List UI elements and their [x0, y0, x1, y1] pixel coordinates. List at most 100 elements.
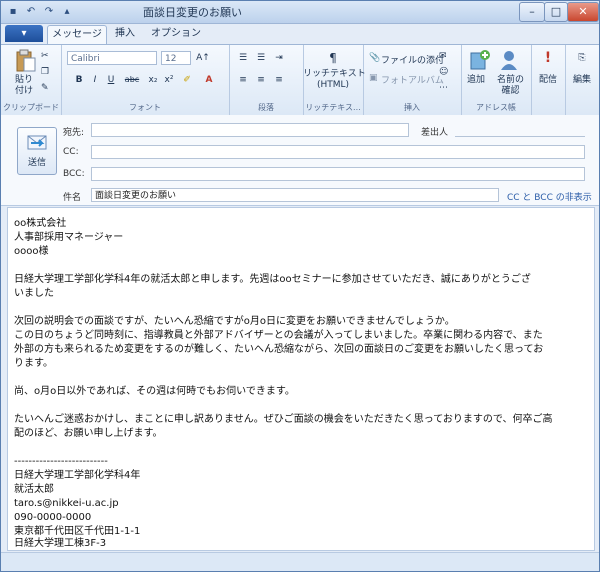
- signature-line: taro.s@nikkei-u.ac.jp: [14, 498, 119, 509]
- emoticon-icon[interactable]: ☺: [439, 67, 448, 77]
- to-label: 宛先:: [63, 128, 85, 138]
- strikethrough-button[interactable]: abc: [121, 73, 143, 87]
- compose-window: ▪ ↶ ↷ ▴ 面談日変更のお願い – □ ✕ ▾ メッセージ 挿入 オプション…: [0, 0, 600, 572]
- body-line: たいへんご迷惑おかけし、まことに申し訳ありません。ぜひご面談の機会をいただきたく…: [14, 414, 553, 425]
- cc-field[interactable]: [91, 145, 585, 159]
- subject-label: 件名: [63, 193, 82, 203]
- paragraph-group-label: 段落: [258, 103, 274, 112]
- align-center-icon[interactable]: ≡: [253, 73, 269, 87]
- bullets-icon[interactable]: ☰: [235, 51, 251, 65]
- grow-font-icon[interactable]: A↑: [195, 51, 211, 65]
- photo-album-button[interactable]: フォトアルバム: [381, 73, 444, 86]
- signature-line: 東京都千代田区千代田1-1-1: [14, 526, 141, 537]
- minimize-button[interactable]: –: [519, 2, 545, 22]
- insert-group-label: 挿入: [404, 103, 420, 112]
- exclamation-icon[interactable]: !: [540, 51, 556, 65]
- clipboard-group: 貼り 付け ✂ ❐ ✎ クリップボード: [1, 45, 62, 115]
- font-color-icon[interactable]: A: [201, 73, 217, 87]
- send-label: 送信: [27, 158, 46, 168]
- signature-line: 就活太郎: [14, 484, 54, 495]
- paste-icon[interactable]: [15, 49, 37, 73]
- edit-button[interactable]: 編集: [565, 75, 599, 86]
- indent-icon[interactable]: ⇥: [271, 51, 287, 65]
- align-left-icon[interactable]: ≡: [235, 73, 251, 87]
- font-name-select[interactable]: Calibri: [67, 51, 157, 65]
- superscript-button[interactable]: x²: [161, 73, 177, 87]
- ribbon-tabs: ▾ メッセージ 挿入 オプション: [1, 24, 599, 44]
- body-line: 次回の説明会での面談ですが、たいへん恐縮ですがo月o日に変更をお願いできませんで…: [14, 316, 455, 327]
- insert-group: 📎 ファイルの添付 ▣ フォトアルバム ✉ ☺ ⋯ 挿入: [363, 45, 462, 115]
- font-group-label: フォント: [129, 103, 161, 112]
- signature-line: 日経大学理工学部化学科4年: [14, 470, 141, 481]
- font-size-select[interactable]: 12: [161, 51, 191, 65]
- addressbook-group: 追加 名前の 確認 アドレス帳: [461, 45, 532, 115]
- check-names-button[interactable]: 名前の 確認: [497, 75, 524, 97]
- more-icon[interactable]: ⋯: [439, 83, 448, 93]
- addressbook-group-label: アドレス帳: [476, 103, 516, 112]
- find-replace-icon[interactable]: ⎘: [574, 51, 590, 65]
- file-tab[interactable]: ▾: [5, 25, 43, 42]
- cc-label: CC:: [63, 147, 79, 157]
- up-icon[interactable]: ▴: [59, 4, 75, 19]
- numbering-icon[interactable]: ☰: [253, 51, 269, 65]
- from-label: 差出人: [421, 128, 449, 138]
- cc-bcc-toggle-link[interactable]: CC と BCC の非表示: [507, 190, 592, 203]
- bold-button[interactable]: B: [71, 73, 87, 87]
- paste-button[interactable]: 貼り 付け: [15, 75, 33, 97]
- highlight-icon[interactable]: ✐: [179, 73, 195, 87]
- title-bar: ▪ ↶ ↷ ▴ 面談日変更のお願い – □ ✕: [1, 1, 599, 24]
- deliver-group: ! 配信: [531, 45, 566, 115]
- body-line: 尚、o月o日以外であれば、その週は何時でもお伺いできます。: [14, 386, 295, 397]
- subject-field[interactable]: 面談日変更のお願い: [91, 188, 499, 202]
- undo-icon[interactable]: ↶: [23, 4, 39, 19]
- body-line: この日のちょうど同時刻に、指導教員と外部アドバイザーとの会議が入ってしまいました…: [14, 330, 543, 341]
- send-icon: [27, 135, 47, 150]
- attach-file-icon[interactable]: 📎: [369, 53, 380, 63]
- richtext-button[interactable]: リッチテキスト (HTML): [303, 69, 366, 91]
- photo-album-icon: ▣: [369, 73, 378, 83]
- copy-icon[interactable]: ❐: [41, 67, 49, 77]
- deliver-button[interactable]: 配信: [531, 75, 565, 86]
- align-right-icon[interactable]: ≡: [271, 73, 287, 87]
- close-button[interactable]: ✕: [567, 2, 599, 22]
- send-button[interactable]: 送信: [17, 127, 57, 175]
- subscript-button[interactable]: x₂: [145, 73, 161, 87]
- body-line: 配のほど、お願い申し上げます。: [14, 428, 163, 439]
- underline-button[interactable]: U: [103, 73, 119, 87]
- signature-line: 090-0000-0000: [14, 512, 92, 523]
- richtext-icon[interactable]: ¶: [325, 51, 341, 65]
- tab-message[interactable]: メッセージ: [47, 25, 107, 44]
- check-names-icon[interactable]: [499, 49, 521, 71]
- to-field[interactable]: [91, 123, 409, 137]
- tab-insert[interactable]: 挿入: [115, 26, 135, 42]
- bcc-field[interactable]: [91, 167, 585, 181]
- cut-icon[interactable]: ✂: [41, 51, 49, 61]
- signature-divider: --------------------------: [14, 456, 108, 467]
- italic-button[interactable]: I: [87, 73, 103, 87]
- status-bar: [1, 552, 599, 571]
- add-button[interactable]: 追加: [467, 75, 485, 86]
- signature-icon[interactable]: ✉: [439, 51, 447, 61]
- quick-access-toolbar: ▪ ↶ ↷ ▴: [5, 4, 75, 19]
- body-line: いました: [14, 288, 54, 299]
- bcc-label: BCC:: [63, 169, 85, 179]
- body-line: ります。: [14, 358, 53, 369]
- maximize-button[interactable]: □: [544, 2, 568, 22]
- message-body[interactable]: oo株式会社 人事部採用マネージャー oooo様 日経大学理工学部化学科4年の就…: [7, 207, 595, 551]
- signature-line: 日経大学理工棟3F-3: [14, 538, 107, 549]
- body-line: oooo様: [14, 246, 49, 257]
- format-painter-icon[interactable]: ✎: [41, 83, 49, 93]
- tab-options[interactable]: オプション: [151, 26, 201, 42]
- from-field[interactable]: [455, 123, 585, 137]
- attach-file-button[interactable]: ファイルの添付: [381, 53, 444, 66]
- edit-group: ⎘ 編集: [565, 45, 599, 115]
- font-group: Calibri 12 A↑ B I U abc x₂ x² ✐ A フォント: [61, 45, 230, 115]
- body-line: oo株式会社: [14, 218, 67, 229]
- add-contact-icon[interactable]: [469, 49, 491, 71]
- redo-icon[interactable]: ↷: [41, 4, 57, 19]
- save-icon[interactable]: ▪: [5, 4, 21, 19]
- paragraph-group: ☰ ☰ ⇥ ≡ ≡ ≡ 段落: [229, 45, 304, 115]
- body-line: 日経大学理工学部化学科4年の就活太郎と申します。先週はooセミナーに参加させてい…: [14, 274, 531, 285]
- window-title: 面談日変更のお願い: [143, 6, 242, 19]
- format-group: ¶ リッチテキスト (HTML) リッチテキス...: [303, 45, 366, 115]
